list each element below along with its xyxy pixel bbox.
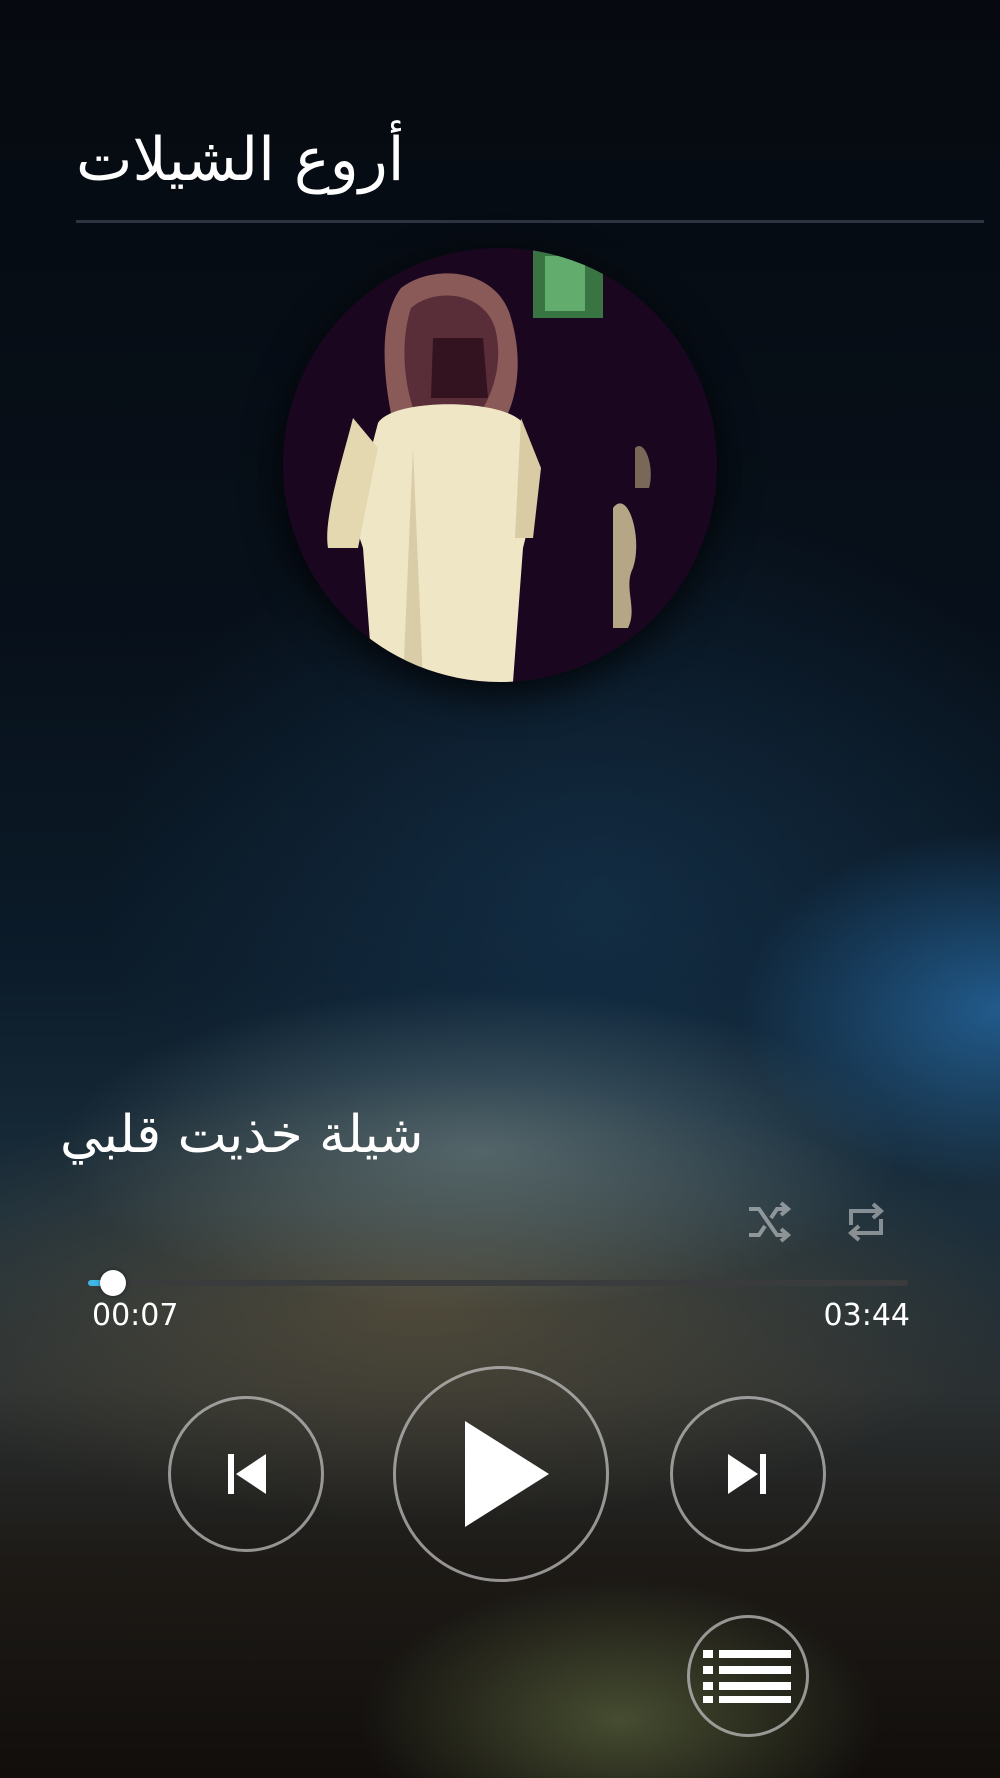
title-divider	[76, 220, 984, 223]
progress-bar[interactable]	[88, 1270, 908, 1296]
playlist-button[interactable]	[687, 1615, 809, 1737]
repeat-icon	[847, 1202, 885, 1242]
track-title: شيلة خذيت قلبي	[60, 1105, 424, 1165]
progress-thumb[interactable]	[100, 1270, 126, 1296]
elapsed-time: 00:07	[92, 1298, 179, 1333]
shuffle-icon	[749, 1201, 791, 1243]
repeat-button[interactable]	[836, 1192, 896, 1252]
album-art	[283, 248, 717, 682]
album-art-image	[283, 248, 717, 682]
total-time: 03:44	[823, 1298, 910, 1333]
skip-next-icon	[728, 1454, 766, 1494]
header: أروع الشيلات	[76, 110, 984, 220]
play-icon	[465, 1421, 549, 1527]
shuffle-button[interactable]	[738, 1192, 798, 1252]
playlist-icon	[703, 1650, 791, 1703]
skip-previous-icon	[228, 1454, 266, 1494]
next-button[interactable]	[670, 1396, 826, 1552]
play-button[interactable]	[393, 1366, 609, 1582]
previous-button[interactable]	[168, 1396, 324, 1552]
progress-track	[88, 1280, 908, 1286]
page-title: أروع الشيلات	[76, 125, 405, 195]
